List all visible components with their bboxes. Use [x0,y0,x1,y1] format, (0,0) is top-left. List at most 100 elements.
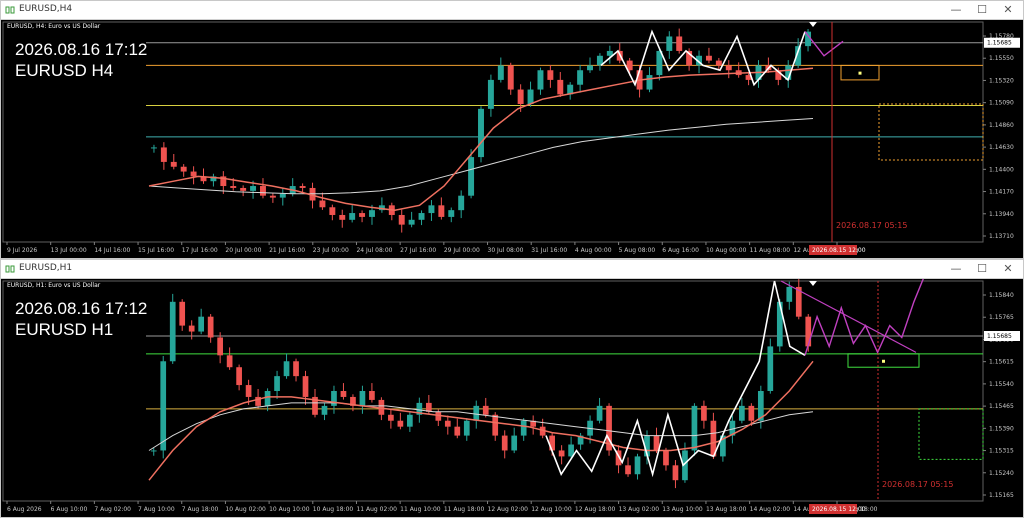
chart-window-icon [5,265,15,273]
chart-header-text: EURUSD, H1: Euro vs US Dollar [7,282,100,289]
price-chart-h4[interactable]: 1.157801.155501.153201.150901.148601.146… [1,20,1023,258]
candle-body [497,65,504,80]
candle-body [725,65,732,71]
candle-body [388,414,394,421]
symbol-description: EURUSD, H1: Euro vs US Dollar [7,282,101,289]
candle-body [264,391,271,406]
candle-body [767,346,774,391]
candle-body [558,450,565,457]
time-label: 15 Jul 16:00 [138,247,174,254]
time-label: 27 Jul 16:00 [400,247,436,254]
chart-window-h1[interactable]: EURUSD,H1 — ☐ ✕ 1.158401.157651.156901.1… [0,259,1024,518]
time-label: 7 Aug 10:00 [138,506,175,513]
symbol-description: EURUSD, H4: Euro vs US Dollar [7,23,101,30]
price-label: 1.15240 [989,470,1014,477]
candle-body [180,166,187,172]
time-label: 12 Aug 18:00 [575,506,616,513]
time-label: 6 Aug 16:00 [662,247,699,254]
symbol-overlay: EURUSD H4 [15,59,113,83]
time-label: 24 Jul 08:00 [356,247,392,254]
candle-body [428,205,435,214]
price-label: 1.15165 [989,492,1014,499]
chart-window-icon [5,6,15,14]
time-label: 6 Aug 2026 [7,506,42,513]
price-label: 1.15540 [989,381,1014,388]
price-label: 1.15615 [989,359,1014,366]
candle-body [160,147,167,162]
candle-body [226,355,233,368]
candle-body [274,376,280,391]
candle-body [240,187,247,191]
titlebar-h1[interactable]: EURUSD,H1 — ☐ ✕ [1,260,1023,279]
candle-body [587,65,593,71]
candle-body [349,213,356,220]
time-label: 13 Jul 00:00 [51,247,87,254]
candle-body [369,210,375,217]
time-label: 9 Jul 2026 [7,247,37,254]
candle-body [454,426,461,436]
candle-body [501,435,508,451]
candle-body [438,205,445,217]
candle-body [676,36,683,51]
candle-body [468,157,475,196]
candle-body [250,186,257,191]
candle-body [217,337,223,356]
candle-body [547,70,554,80]
candle-body [397,420,404,427]
candle-body [359,391,366,406]
candle-body [444,420,451,427]
time-label: 13 Aug 18:00 [706,506,747,513]
close-button[interactable]: ✕ [995,261,1021,277]
time-label: 30 Jul 08:00 [488,247,524,254]
candle-body [663,450,669,466]
titlebar-h4[interactable]: EURUSD,H4 — ☐ ✕ [1,1,1023,20]
maximize-button[interactable]: ☐ [969,261,995,277]
price-label: 1.15465 [989,403,1014,410]
time-label: 10 Aug 10:00 [269,506,310,513]
chart-window-h4[interactable]: EURUSD,H4 — ☐ ✕ 1.15780 1.15550 1.15320 1.1… [0,0,1024,259]
candle-body [179,301,186,326]
close-button[interactable]: ✕ [995,2,1021,18]
future-time-marker: 2026.08.17 05:15 [836,221,907,230]
candle-body [557,79,564,95]
candle-body [520,420,527,436]
candle-body [776,301,783,347]
target-point [882,359,885,363]
time-label: 11 Aug 18:00 [444,506,485,513]
chart-header-text: EURUSD, H4: Euro vs US Dollar [7,23,100,30]
candle-body [408,219,415,225]
price-label: 1.15090 [989,100,1014,107]
candle-body [259,186,266,196]
candle-body [331,391,337,406]
candle-body [511,435,518,451]
overlay-datetime: 2026.08.16 17:12 [15,40,148,59]
candle-body [473,405,480,421]
candle-body [245,385,252,397]
candle-body [478,108,484,158]
maximize-button[interactable]: ☐ [969,2,995,18]
minimize-button[interactable]: — [943,2,969,18]
candle-body [359,213,366,217]
candle-body [705,55,712,61]
candle-body [279,193,286,198]
candle-body [160,361,167,451]
candle-body [170,161,177,167]
candle-body [482,405,489,415]
time-label: 14 Jul 16:00 [94,247,130,254]
minimize-button[interactable]: — [943,261,969,277]
price-label: 1.15390 [989,425,1014,432]
price-label: 1.13710 [989,233,1014,240]
candle-body [691,405,698,451]
price-label: 1.14630 [989,144,1014,151]
highlight-time-label: 2026.08.15 12:00 [812,506,866,513]
price-chart-h1[interactable]: 1.158401.157651.156901.156151.155401.154… [1,279,1023,517]
candle-body [319,200,326,208]
candle-body [339,214,346,220]
time-label: 20 Jul 00:00 [225,247,261,254]
time-label: 7 Aug 02:00 [94,506,131,513]
time-label: 6 Aug 10:00 [51,506,88,513]
candle-body [398,214,405,225]
time-label: 11 Aug 10:00 [400,506,441,513]
candle-body [487,79,494,109]
candle-body [321,405,328,415]
